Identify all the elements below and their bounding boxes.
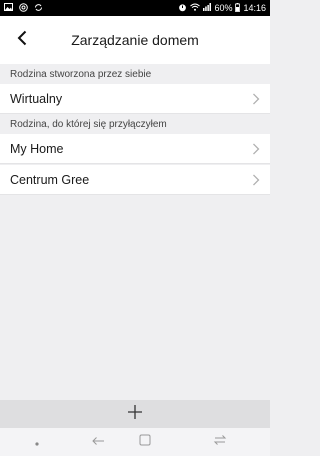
switch-icon bbox=[213, 433, 227, 451]
nav-back-button[interactable] bbox=[90, 434, 106, 450]
list-item-centrum-gree[interactable]: Centrum Gree bbox=[0, 165, 270, 195]
signal-icon bbox=[203, 3, 212, 13]
section-header-joined-family: Rodzina, do której się przyłączyłem bbox=[0, 114, 270, 134]
sync-icon bbox=[34, 3, 43, 14]
back-button[interactable] bbox=[8, 26, 36, 54]
chevron-right-icon bbox=[252, 143, 260, 155]
system-nav-bar bbox=[0, 428, 270, 456]
list-item-label: Centrum Gree bbox=[10, 172, 90, 187]
nav-switch-button[interactable] bbox=[212, 434, 228, 450]
status-right-icons: 60% 14:16 bbox=[178, 2, 266, 14]
nav-dot-button[interactable] bbox=[32, 434, 42, 450]
battery-icon bbox=[235, 2, 241, 14]
list-item-wirtualny[interactable]: Wirtualny bbox=[0, 84, 270, 114]
plus-icon bbox=[127, 404, 143, 425]
list-item-label: Wirtualny bbox=[10, 91, 63, 106]
list-item-label: My Home bbox=[10, 141, 64, 156]
nav-recents-button[interactable] bbox=[138, 434, 152, 450]
app-header: Zarządzanie domem bbox=[0, 16, 270, 64]
list-item-my-home[interactable]: My Home bbox=[0, 134, 270, 164]
status-bar: 60% 14:16 bbox=[0, 0, 270, 16]
page-title: Zarządzanie domem bbox=[71, 32, 199, 48]
section-header-own-family: Rodzina stworzona przez siebie bbox=[0, 64, 270, 84]
dot-icon bbox=[35, 433, 39, 451]
recents-icon bbox=[139, 433, 151, 451]
chevron-right-icon bbox=[252, 174, 260, 186]
back-arrow-icon bbox=[91, 433, 105, 451]
gallery-icon bbox=[4, 3, 13, 13]
chevron-left-icon bbox=[16, 30, 28, 51]
battery-percent: 60% bbox=[214, 3, 233, 13]
add-home-button[interactable] bbox=[0, 400, 270, 428]
at-icon bbox=[19, 2, 28, 14]
status-time: 14:16 bbox=[243, 3, 266, 13]
wifi-icon bbox=[190, 3, 201, 13]
alarm-icon bbox=[178, 3, 187, 14]
status-left-icons bbox=[4, 2, 43, 14]
chevron-right-icon bbox=[252, 93, 260, 105]
